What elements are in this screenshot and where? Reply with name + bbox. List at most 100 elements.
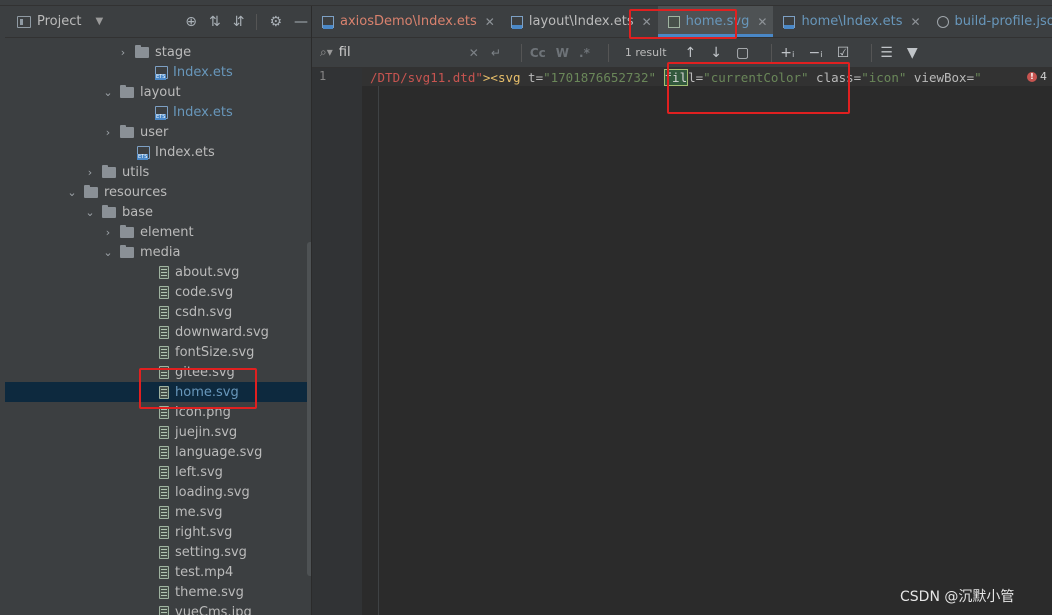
file-icon (159, 485, 169, 499)
tree-file[interactable]: juejin.svg (5, 422, 311, 442)
filter-options-icon[interactable]: ☰ (880, 45, 893, 61)
hide-icon[interactable]: — (294, 14, 308, 30)
chevron-down-icon[interactable]: ⌄ (84, 206, 96, 219)
chevron-down-icon[interactable]: ⌄ (66, 186, 78, 199)
tree-file[interactable]: gitee.svg (5, 362, 311, 382)
code-doctype-fragment: /DTD/svg11.dtd" (370, 69, 483, 85)
folder-icon (102, 204, 116, 218)
code-line[interactable]: /DTD/svg11.dtd" ><svg t= "1701876652732" f… (370, 68, 982, 86)
tree-item-label: vueCms.jpg (175, 604, 252, 615)
open-in-window-icon[interactable]: ▢ (736, 45, 749, 61)
close-icon[interactable]: ✕ (757, 15, 767, 29)
chevron-right-icon[interactable]: › (117, 46, 129, 59)
tree-folder[interactable]: › element (5, 222, 311, 242)
expand-all-icon[interactable]: ⇅ (209, 14, 221, 30)
tree-file[interactable]: home.svg (5, 382, 311, 402)
tree-file[interactable]: theme.svg (5, 582, 311, 602)
tree-file[interactable]: setting.svg (5, 542, 311, 562)
close-icon[interactable]: ✕ (642, 15, 652, 29)
tree-file[interactable]: csdn.svg (5, 302, 311, 322)
tree-item-label: utils (122, 164, 150, 180)
chevron-right-icon[interactable]: › (102, 226, 114, 239)
tree-file[interactable]: fontSize.svg (5, 342, 311, 362)
tree-folder[interactable]: ⌄ layout (5, 82, 311, 102)
inspection-widget[interactable]: ! 4 (1027, 70, 1047, 83)
tree-file[interactable]: right.svg (5, 522, 311, 542)
file-icon (159, 505, 169, 519)
tree-folder[interactable]: ⌄ resources (5, 182, 311, 202)
tree-file[interactable]: test.mp4 (5, 562, 311, 582)
divider (256, 14, 258, 30)
tree-file[interactable]: language.svg (5, 442, 311, 462)
tab-label: axiosDemo\Index.ets (340, 14, 477, 29)
tree-folder[interactable]: ⌄ base (5, 202, 311, 222)
file-icon (159, 285, 169, 299)
gear-icon[interactable]: ⚙ (269, 14, 282, 30)
match-case-toggle[interactable]: Cc (530, 46, 546, 60)
config-file-icon (936, 15, 949, 28)
ets-file-icon (322, 15, 334, 29)
divider (520, 43, 522, 62)
editor-tab[interactable]: axiosDemo\Index.ets ✕ (312, 6, 501, 37)
tree-folder[interactable]: › user (5, 122, 311, 142)
remove-occurrence-icon[interactable]: −ᵢ (808, 45, 822, 61)
code-attr-viewbox: viewBox= (906, 69, 975, 85)
tree-file[interactable]: left.svg (5, 462, 311, 482)
tree-file[interactable]: vueCms.jpg (5, 602, 311, 615)
whole-words-toggle[interactable]: W (556, 46, 569, 60)
editor-tab[interactable]: layout\Index.ets ✕ (501, 6, 658, 37)
tree-item-label: language.svg (175, 444, 263, 460)
editor-tab[interactable]: build-profile.json5 (927, 6, 1052, 37)
tree-file[interactable]: downward.svg (5, 322, 311, 342)
tree-item-label: me.svg (175, 504, 223, 520)
tree-item-label: stage (155, 44, 192, 60)
tree-item-label: media (140, 244, 181, 260)
chevron-down-icon[interactable]: ⌄ (102, 246, 114, 259)
tree-item-label: right.svg (175, 524, 233, 540)
tree-folder[interactable]: ⌄ media (5, 242, 311, 262)
select-all-occurrences-icon[interactable]: ☑ (837, 45, 850, 61)
project-view-selector[interactable]: Project ▼ (17, 14, 103, 29)
previous-occurrence-icon[interactable]: ↑ (685, 45, 697, 61)
chevron-right-icon[interactable]: › (102, 126, 114, 139)
regex-toggle[interactable]: .* (579, 46, 590, 60)
tree-file[interactable]: Index.ets (5, 102, 311, 122)
tree-file[interactable]: code.svg (5, 282, 311, 302)
new-line-icon[interactable]: ↵ (491, 46, 501, 60)
tree-item-label: downward.svg (175, 324, 269, 340)
add-occurrence-icon[interactable]: +ᵢ (780, 45, 794, 61)
search-icon[interactable]: ⌕▾ (320, 45, 333, 60)
folder-icon (135, 44, 149, 58)
tree-folder[interactable]: › stage (5, 42, 311, 62)
file-icon (159, 365, 169, 379)
file-icon (159, 385, 169, 399)
ets-file-icon (510, 15, 523, 29)
tree-file[interactable]: icon.png (5, 402, 311, 422)
file-icon (159, 345, 169, 359)
project-icon (17, 15, 31, 28)
close-icon[interactable]: ✕ (910, 15, 920, 29)
code-svg-tag: ><svg (482, 69, 529, 85)
tree-file[interactable]: loading.svg (5, 482, 311, 502)
next-occurrence-icon[interactable]: ↓ (710, 45, 722, 61)
project-title: Project (37, 14, 82, 29)
search-input[interactable]: fil (339, 45, 469, 60)
tree-item-label: base (122, 204, 153, 220)
chevron-down-icon[interactable]: ⌄ (102, 86, 114, 99)
tree-folder[interactable]: › utils (5, 162, 311, 182)
tree-item-label: setting.svg (175, 544, 247, 560)
close-icon[interactable]: ✕ (485, 15, 495, 29)
editor-tab[interactable]: home\Index.ets ✕ (773, 6, 926, 37)
filter-icon[interactable]: ▼ (907, 45, 918, 61)
collapse-all-icon[interactable]: ⇵ (233, 14, 245, 30)
tree-item-label: Index.ets (173, 64, 233, 80)
clear-search-icon[interactable]: ✕ (469, 46, 479, 60)
editor-tab[interactable]: home.svg ✕ (657, 6, 774, 37)
tree-item-label: loading.svg (175, 484, 250, 500)
tree-file[interactable]: about.svg (5, 262, 311, 282)
tree-file[interactable]: Index.ets (5, 142, 311, 162)
chevron-right-icon[interactable]: › (84, 166, 96, 179)
tree-file[interactable]: Index.ets (5, 62, 311, 82)
target-icon[interactable]: ⊕ (185, 14, 197, 30)
tree-file[interactable]: me.svg (5, 502, 311, 522)
